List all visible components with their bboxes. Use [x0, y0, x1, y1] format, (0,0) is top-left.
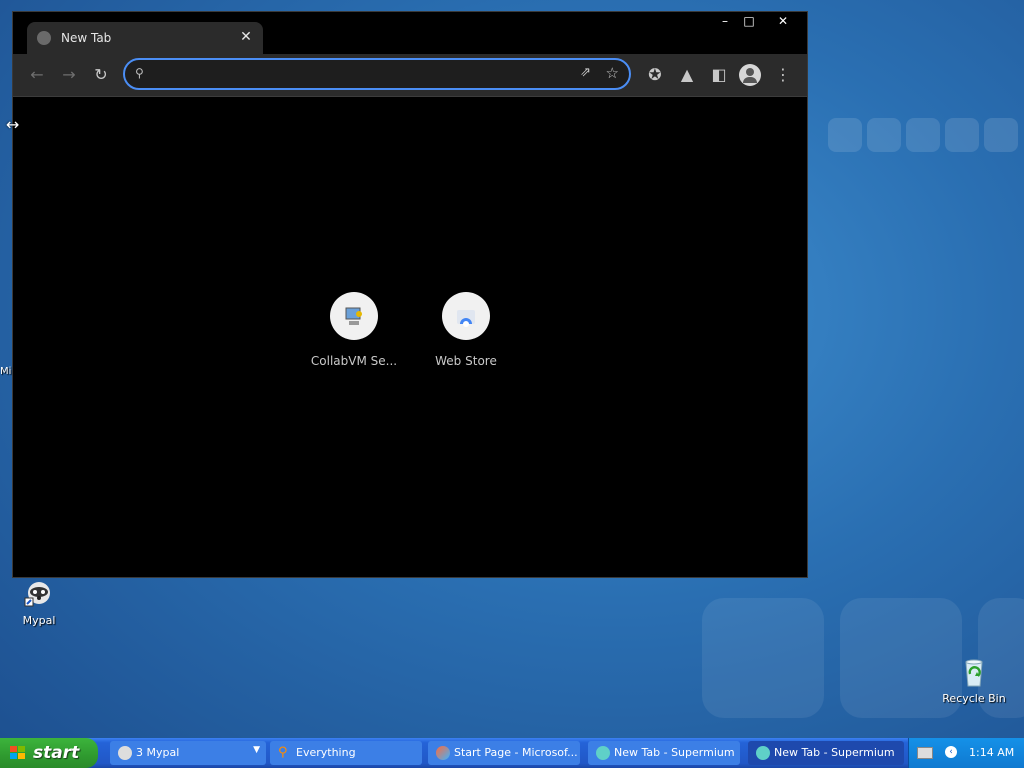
supermium-icon: [756, 746, 770, 760]
start-button[interactable]: start: [0, 738, 98, 768]
shortcut-icon-circle: [442, 292, 490, 340]
desktop-decor-tile: [984, 118, 1018, 152]
browser-window[interactable]: New Tab ✕ – □ ✕ ← → ↻ ⚲ ⇗ ☆ ✪ ▲ ◧ ⋮ Coll…: [12, 11, 808, 578]
recycle-bin-icon: [958, 656, 990, 688]
desktop-decor-tile: [867, 118, 901, 152]
group-dropdown-icon: ▼: [253, 745, 260, 755]
desktop-icon-label: Mypal: [22, 614, 56, 627]
maximize-button[interactable]: □: [737, 12, 761, 30]
system-tray: ‹ 1:14 AM: [908, 738, 1024, 768]
desktop-decor-tile: [945, 118, 979, 152]
site-info-icon[interactable]: ⚲: [135, 66, 149, 80]
labs-flask-icon[interactable]: ▲: [675, 63, 699, 87]
address-input[interactable]: [157, 64, 561, 86]
taskbar-item-everything[interactable]: ⚲ Everything: [270, 741, 422, 765]
computer-icon: [345, 307, 362, 325]
show-hidden-icons-chevron-icon[interactable]: ‹: [945, 746, 957, 758]
taskbar-item-label: New Tab - Supermium: [774, 746, 895, 759]
new-tab-page: CollabVM Se... Web Store: [13, 97, 807, 577]
taskbar-item-label: Start Page - Microsof...: [454, 746, 578, 759]
keyboard-icon[interactable]: [917, 747, 933, 759]
desktop-decor-tile: [828, 118, 862, 152]
resize-cursor-icon: ↔: [6, 115, 20, 134]
shortcut-label: Web Store: [435, 354, 497, 368]
extensions-puzzle-icon[interactable]: ✪: [643, 63, 667, 87]
taskbar-item-label: Everything: [296, 746, 356, 759]
browser-toolbar: ← → ↻ ⚲ ⇗ ☆ ✪ ▲ ◧ ⋮: [13, 54, 807, 97]
supermium-icon: [596, 746, 610, 760]
shortcut-collabvm[interactable]: CollabVM Se...: [299, 292, 409, 368]
shortcut-web-store[interactable]: Web Store: [411, 292, 521, 368]
back-arrow-icon[interactable]: ←: [25, 63, 49, 87]
bookmark-star-icon[interactable]: ☆: [606, 64, 619, 82]
close-window-button[interactable]: ✕: [771, 12, 795, 30]
side-panel-icon[interactable]: ◧: [707, 63, 731, 87]
browser-titlebar[interactable]: New Tab ✕ – □ ✕: [13, 12, 807, 54]
web-store-icon: [457, 310, 475, 327]
desktop-decor-tile: [906, 118, 940, 152]
raccoon-icon: [23, 578, 55, 610]
minimize-button[interactable]: –: [713, 12, 737, 30]
tab-new-tab[interactable]: New Tab ✕: [27, 22, 263, 54]
raccoon-icon: [118, 746, 132, 760]
taskbar-item-supermium-1[interactable]: New Tab - Supermium: [588, 741, 740, 765]
desktop-icon-mypal[interactable]: Mypal: [4, 578, 74, 627]
desktop-decor-tile: [702, 598, 824, 718]
taskbar-item-label: 3 Mypal: [136, 746, 180, 759]
profile-avatar-icon[interactable]: [739, 64, 761, 86]
profile-head: [746, 68, 754, 76]
tab-close-icon[interactable]: ✕: [237, 28, 255, 46]
start-label: start: [33, 743, 80, 763]
taskbar-item-supermium-2[interactable]: New Tab - Supermium: [748, 741, 904, 765]
taskbar-item-start-page[interactable]: Start Page - Microsof...: [428, 741, 580, 765]
tab-title: New Tab: [61, 31, 112, 45]
profile-body: [743, 77, 757, 83]
globe-icon: [37, 31, 51, 45]
reload-icon[interactable]: ↻: [89, 63, 113, 87]
forward-arrow-icon[interactable]: →: [57, 63, 81, 87]
share-icon[interactable]: ⇗: [580, 65, 591, 80]
shortcut-label: CollabVM Se...: [310, 354, 398, 368]
taskbar-clock[interactable]: 1:14 AM: [969, 746, 1014, 759]
taskbar: start 3 Mypal ▼ ⚲ Everything Start Page …: [0, 738, 1024, 768]
menu-kebab-icon[interactable]: ⋮: [771, 63, 795, 87]
desktop-edge-label: Mi: [0, 366, 12, 377]
desktop-icon-label: Recycle Bin: [942, 692, 1006, 705]
taskbar-item-mypal-group[interactable]: 3 Mypal ▼: [110, 741, 266, 765]
windows-flag-icon: [10, 746, 26, 760]
shortcut-icon-circle: [330, 292, 378, 340]
taskbar-item-label: New Tab - Supermium: [614, 746, 735, 759]
search-magnifier-icon: ⚲: [278, 745, 288, 760]
address-bar[interactable]: ⚲ ⇗ ☆: [123, 58, 631, 90]
desktop-icon-recycle-bin[interactable]: Recycle Bin: [939, 656, 1009, 705]
edge-browser-icon: [436, 746, 450, 760]
